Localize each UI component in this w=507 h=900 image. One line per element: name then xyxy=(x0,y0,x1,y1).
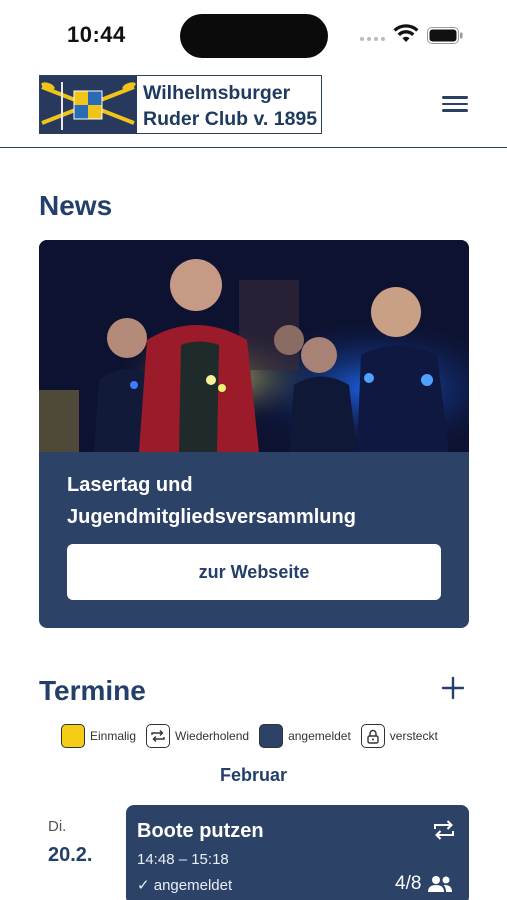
legend-label-versteckt: versteckt xyxy=(389,729,438,743)
news-article-title: Lasertag und Jugendmitgliedsversammlung xyxy=(67,474,356,528)
app-header: Wilhelmsburger Ruder Club v. 1895 xyxy=(0,72,507,148)
termine-heading: Termine xyxy=(39,675,146,706)
dynamic-island xyxy=(180,14,328,58)
status-time: 10:44 xyxy=(67,22,126,47)
repeat-icon xyxy=(434,820,454,840)
event-weekday: Di. xyxy=(48,818,67,835)
event-card[interactable]: Boote putzen 14:48 – 15:18 ✓ angemeldet … xyxy=(126,805,469,900)
legend-label-angemeldet: angemeldet xyxy=(288,729,351,743)
news-photo xyxy=(39,240,469,452)
event-status: ✓ angemeldet xyxy=(137,877,233,894)
club-name: Wilhelmsburger Ruder Club v. 1895 xyxy=(137,76,321,133)
battery-icon xyxy=(427,27,463,44)
repeat-icon xyxy=(146,724,171,748)
participant-count: 4/8 xyxy=(395,873,422,894)
people-icon xyxy=(428,876,453,892)
month-label: Februar xyxy=(219,765,288,785)
news-card[interactable]: Lasertag und Jugendmitgliedsversammlung … xyxy=(39,240,469,628)
event-participants: 4/8 xyxy=(395,873,453,895)
event-title: Boote putzen xyxy=(137,820,264,842)
navy-square-icon xyxy=(259,724,284,748)
event-legend: Einmalig Wiederholend angemeldet verstec… xyxy=(61,723,448,749)
add-event-icon[interactable] xyxy=(440,675,466,701)
wifi-icon xyxy=(393,24,419,42)
lock-icon xyxy=(360,724,385,748)
yellow-square-icon xyxy=(61,724,85,748)
status-bar: 10:44 xyxy=(0,0,507,72)
legend-label-einmalig: Einmalig xyxy=(90,729,137,743)
hamburger-menu-icon[interactable] xyxy=(442,94,468,114)
news-website-button[interactable]: zur Webseite xyxy=(67,544,441,600)
cellular-signal-icon xyxy=(360,37,385,41)
club-flag-icon xyxy=(40,76,137,133)
news-heading: News xyxy=(39,190,113,221)
club-name-line1: Wilhelmsburger xyxy=(143,82,291,104)
club-logo[interactable]: Wilhelmsburger Ruder Club v. 1895 xyxy=(39,75,322,134)
event-time: 14:48 – 15:18 xyxy=(137,851,229,868)
club-name-line2: Ruder Club v. 1895 xyxy=(143,108,318,130)
event-date: 20.2. xyxy=(48,844,93,866)
legend-label-wiederholend: Wiederholend xyxy=(175,729,250,743)
